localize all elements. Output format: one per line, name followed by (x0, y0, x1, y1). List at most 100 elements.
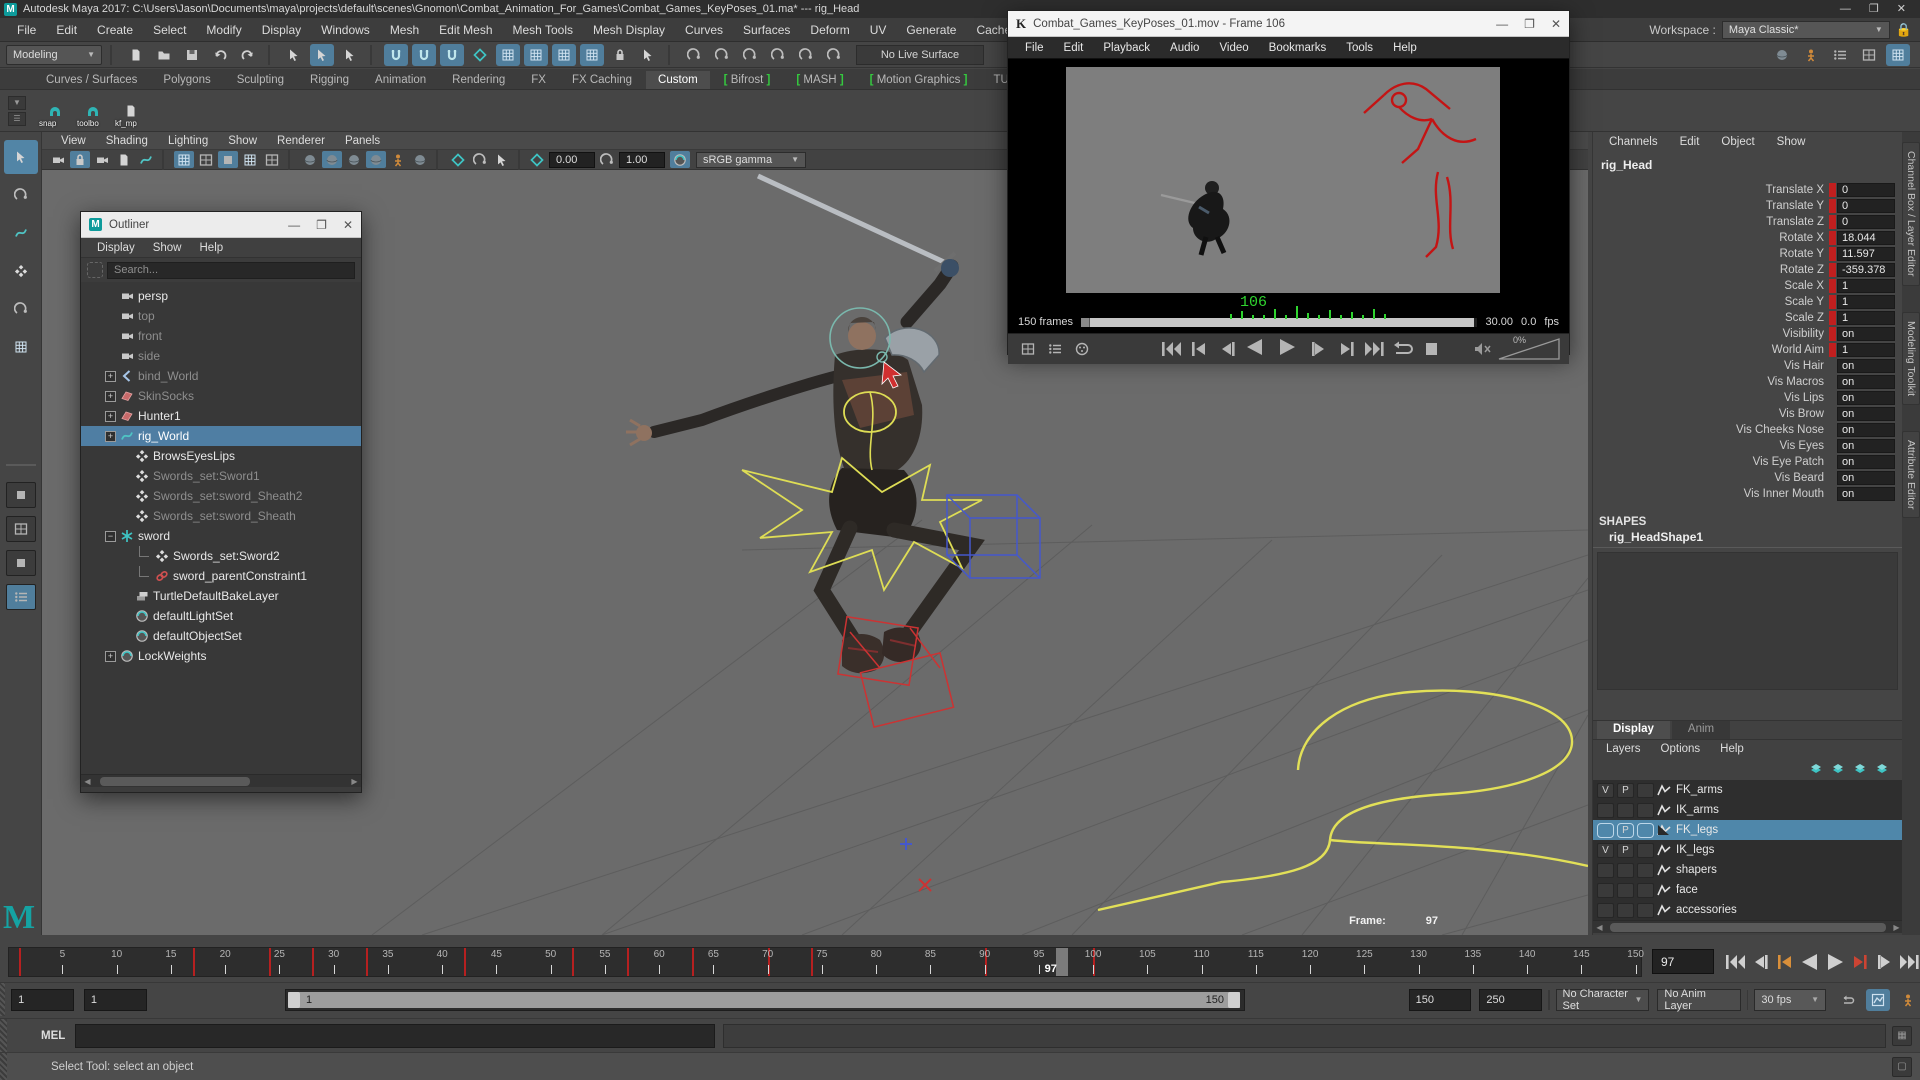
inputs-icon[interactable] (496, 44, 520, 66)
outliner-item-front[interactable]: front (81, 326, 361, 346)
curve-snap-a-icon[interactable] (682, 44, 706, 66)
player-menu-tools[interactable]: Tools (1337, 40, 1382, 56)
shaded-icon[interactable] (322, 151, 342, 168)
player-prev-key-button[interactable] (1186, 339, 1212, 359)
menu-item-select[interactable]: Select (144, 20, 195, 40)
menu-item-edit-mesh[interactable]: Edit Mesh (430, 20, 501, 40)
current-frame-field[interactable]: 97 (1652, 949, 1714, 974)
shelf-tab-rendering[interactable]: Rendering (440, 71, 517, 89)
live-surface-field[interactable]: No Live Surface (856, 45, 984, 65)
menu-item-surfaces[interactable]: Surfaces (734, 20, 799, 40)
layer-display-type-toggle[interactable] (1637, 823, 1654, 838)
layer-playback-toggle[interactable]: P (1617, 843, 1634, 858)
layer-display-type-toggle[interactable] (1637, 883, 1654, 898)
channel-value-field[interactable]: on (1837, 423, 1895, 437)
construction-history-icon[interactable] (552, 44, 576, 66)
close-button[interactable]: ✕ (1551, 17, 1561, 31)
curve-snap-b-icon[interactable] (710, 44, 734, 66)
time-slider-ruler[interactable]: 5101520253035404550556065707580859095100… (8, 947, 1642, 977)
playback-loop-icon[interactable] (1836, 989, 1860, 1011)
animation-start-field[interactable]: 1 (11, 989, 74, 1011)
exposure-field[interactable]: 0.00 (549, 152, 595, 168)
play-backward-button[interactable] (1797, 949, 1821, 974)
player-stop-range-button[interactable] (1418, 339, 1444, 359)
two-pane-side-layout-button[interactable] (6, 550, 36, 576)
menu-item-edit[interactable]: Edit (47, 20, 86, 40)
player-play-forward-button[interactable] (1274, 337, 1304, 361)
lock-camera-icon[interactable] (70, 151, 90, 168)
channel-value-field[interactable]: 0 (1837, 215, 1895, 229)
mel-toggle-button[interactable]: MEL (41, 1030, 65, 1042)
expand-icon[interactable]: + (105, 431, 116, 442)
layer-playback-toggle[interactable] (1617, 883, 1634, 898)
channel-menu-show[interactable]: Show (1767, 134, 1816, 150)
scrub-handle[interactable] (1081, 318, 1090, 327)
current-time-marker[interactable] (1056, 948, 1068, 976)
outliner-item-defaultobjectset[interactable]: defaultObjectSet (81, 626, 361, 646)
outliner-item-turtledefaultbakelayer[interactable]: TurtleDefaultBakeLayer (81, 586, 361, 606)
menu-item-generate[interactable]: Generate (897, 20, 965, 40)
expand-icon[interactable]: + (105, 371, 116, 382)
go-end-button[interactable] (1897, 949, 1920, 974)
gamma-field[interactable]: 1.00 (619, 152, 665, 168)
panel-menu-view[interactable]: View (52, 133, 95, 149)
help-toggle-icon[interactable]: ▢ (1892, 1057, 1912, 1077)
camera-attributes-icon[interactable] (92, 151, 112, 168)
channel-value-field[interactable]: on (1837, 391, 1895, 405)
motion-blur-icon[interactable] (448, 151, 468, 168)
outputs-icon[interactable] (524, 44, 548, 66)
step-back-key-button[interactable] (1772, 949, 1796, 974)
save-scene-icon[interactable] (180, 44, 204, 66)
panel-menu-panels[interactable]: Panels (336, 133, 389, 149)
move-tool-button[interactable] (4, 254, 38, 288)
play-forward-button[interactable] (1822, 949, 1846, 974)
shelf-button-kf-mp[interactable]: kf_mp (114, 94, 148, 128)
close-button[interactable]: ✕ (1897, 0, 1906, 18)
script-editor-icon[interactable]: ▦ (1892, 1026, 1912, 1046)
playback-start-field[interactable]: 1 (84, 989, 147, 1011)
make-live-icon[interactable] (468, 44, 492, 66)
curve-snap-f-icon[interactable] (822, 44, 846, 66)
channel-value-field[interactable]: on (1837, 471, 1895, 485)
shelf-tab-fx[interactable]: FX (519, 71, 558, 89)
layer-row-ik-arms[interactable]: IK_arms (1593, 800, 1903, 820)
player-title-bar[interactable]: K Combat_Games_KeyPoses_01.mov - Frame 1… (1008, 11, 1569, 37)
field-chart-icon[interactable] (262, 151, 282, 168)
fps-dropdown[interactable]: 30 fps ▼ (1754, 989, 1826, 1011)
layer-playback-toggle[interactable] (1617, 803, 1634, 818)
panel-menu-lighting[interactable]: Lighting (159, 133, 217, 149)
outliner-item-lockweights[interactable]: +LockWeights (81, 646, 361, 666)
ao-icon[interactable] (410, 151, 430, 168)
tool-settings-icon[interactable] (1857, 44, 1881, 66)
channel-menu-object[interactable]: Object (1711, 134, 1764, 150)
outliner-item-browseyeslips[interactable]: BrowsEyesLips (81, 446, 361, 466)
layer-row-fk-legs[interactable]: PFK_legs (1593, 820, 1903, 840)
shadows-icon[interactable] (388, 151, 408, 168)
mel-input-field[interactable] (75, 1024, 715, 1048)
select-component-icon[interactable] (338, 44, 362, 66)
shelf-tab-mash[interactable]: [ MASH ] (784, 71, 855, 89)
channel-value-field[interactable]: on (1837, 375, 1895, 389)
layer-display-type-toggle[interactable] (1637, 903, 1654, 918)
layer-menu-options[interactable]: Options (1652, 742, 1710, 756)
graph-toggle-icon[interactable] (1866, 989, 1890, 1011)
sidebar-tab-attribute-editor[interactable]: Attribute Editor (1902, 431, 1920, 518)
character-hunter[interactable] (626, 176, 972, 673)
shelf-tab-sculpting[interactable]: Sculpting (225, 71, 296, 89)
layer-visibility-toggle[interactable] (1597, 803, 1614, 818)
menu-item-mesh-display[interactable]: Mesh Display (584, 20, 674, 40)
scroll-left-icon[interactable]: ◀ (1593, 921, 1606, 934)
scroll-right-icon[interactable]: ▶ (348, 775, 361, 788)
sidebar-tab-modeling-toolkit[interactable]: Modeling Toolkit (1902, 312, 1920, 405)
step-back-frame-button[interactable] (1747, 949, 1771, 974)
layer-visibility-toggle[interactable] (1597, 823, 1614, 838)
lock-selection-icon[interactable] (608, 44, 632, 66)
channel-value-field[interactable]: 1 (1837, 343, 1895, 357)
lasso-tool-button[interactable] (4, 178, 38, 212)
layer-display-type-toggle[interactable] (1637, 803, 1654, 818)
outliner-menu-display[interactable]: Display (89, 240, 143, 256)
bookmark-icon[interactable] (114, 151, 134, 168)
outliner-item-sword[interactable]: −sword (81, 526, 361, 546)
outliner-item-bind-world[interactable]: +bind_World (81, 366, 361, 386)
animation-end-field[interactable]: 250 (1479, 989, 1542, 1011)
